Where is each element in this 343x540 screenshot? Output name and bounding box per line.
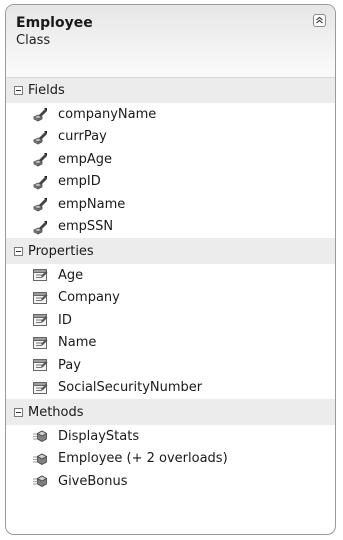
collapse-toggle-icon[interactable] [14,86,23,95]
property-icon [32,357,48,373]
property-icon [32,335,48,351]
method-icon [32,428,48,444]
field-item[interactable]: companyName [6,103,335,126]
field-icon [32,106,48,122]
field-item[interactable]: empName [6,193,335,216]
property-item[interactable]: Company [6,287,335,310]
method-icon [32,473,48,489]
class-kind: Class [16,33,51,48]
field-icon [32,174,48,190]
class-diagram-box: Employee Class Fields companyName currPa… [5,4,336,535]
collapse-toggle-icon[interactable] [14,407,23,417]
section-label: Fields [28,83,65,98]
property-icon [32,267,48,283]
collapse-toggle-icon[interactable] [14,246,23,256]
field-icon [32,129,48,145]
method-icon [32,451,48,467]
method-item[interactable]: GiveBonus [6,470,335,493]
class-header: Employee Class [6,5,335,77]
section-label: Methods [28,404,84,420]
properties-list: Age Company ID Name Pay SocialSecurityNu… [6,264,335,399]
section-methods-header[interactable]: Methods [6,399,335,425]
field-icon [32,219,48,235]
field-item[interactable]: currPay [6,126,335,149]
section-properties-header[interactable]: Properties [6,238,335,264]
methods-list: DisplayStats Employee (+ 2 overloads) Gi… [6,425,335,493]
method-item[interactable]: Employee (+ 2 overloads) [6,448,335,471]
property-item[interactable]: Age [6,264,335,287]
section-fields-header[interactable]: Fields [6,77,335,103]
section-label: Properties [28,243,94,259]
fields-list: companyName currPay empAge empID empName… [6,103,335,238]
property-item[interactable]: Name [6,332,335,355]
field-item[interactable]: empAge [6,148,335,171]
property-icon [32,380,48,396]
property-item[interactable]: Pay [6,354,335,377]
method-item[interactable]: DisplayStats [6,425,335,448]
class-title: Employee [16,15,93,31]
property-icon [32,312,48,328]
property-item[interactable]: SocialSecurityNumber [6,377,335,400]
field-icon [32,196,48,212]
collapse-icon[interactable] [313,14,326,27]
property-icon [32,290,48,306]
field-item[interactable]: empSSN [6,216,335,239]
property-item[interactable]: ID [6,309,335,332]
field-icon [32,151,48,167]
field-item[interactable]: empID [6,171,335,194]
